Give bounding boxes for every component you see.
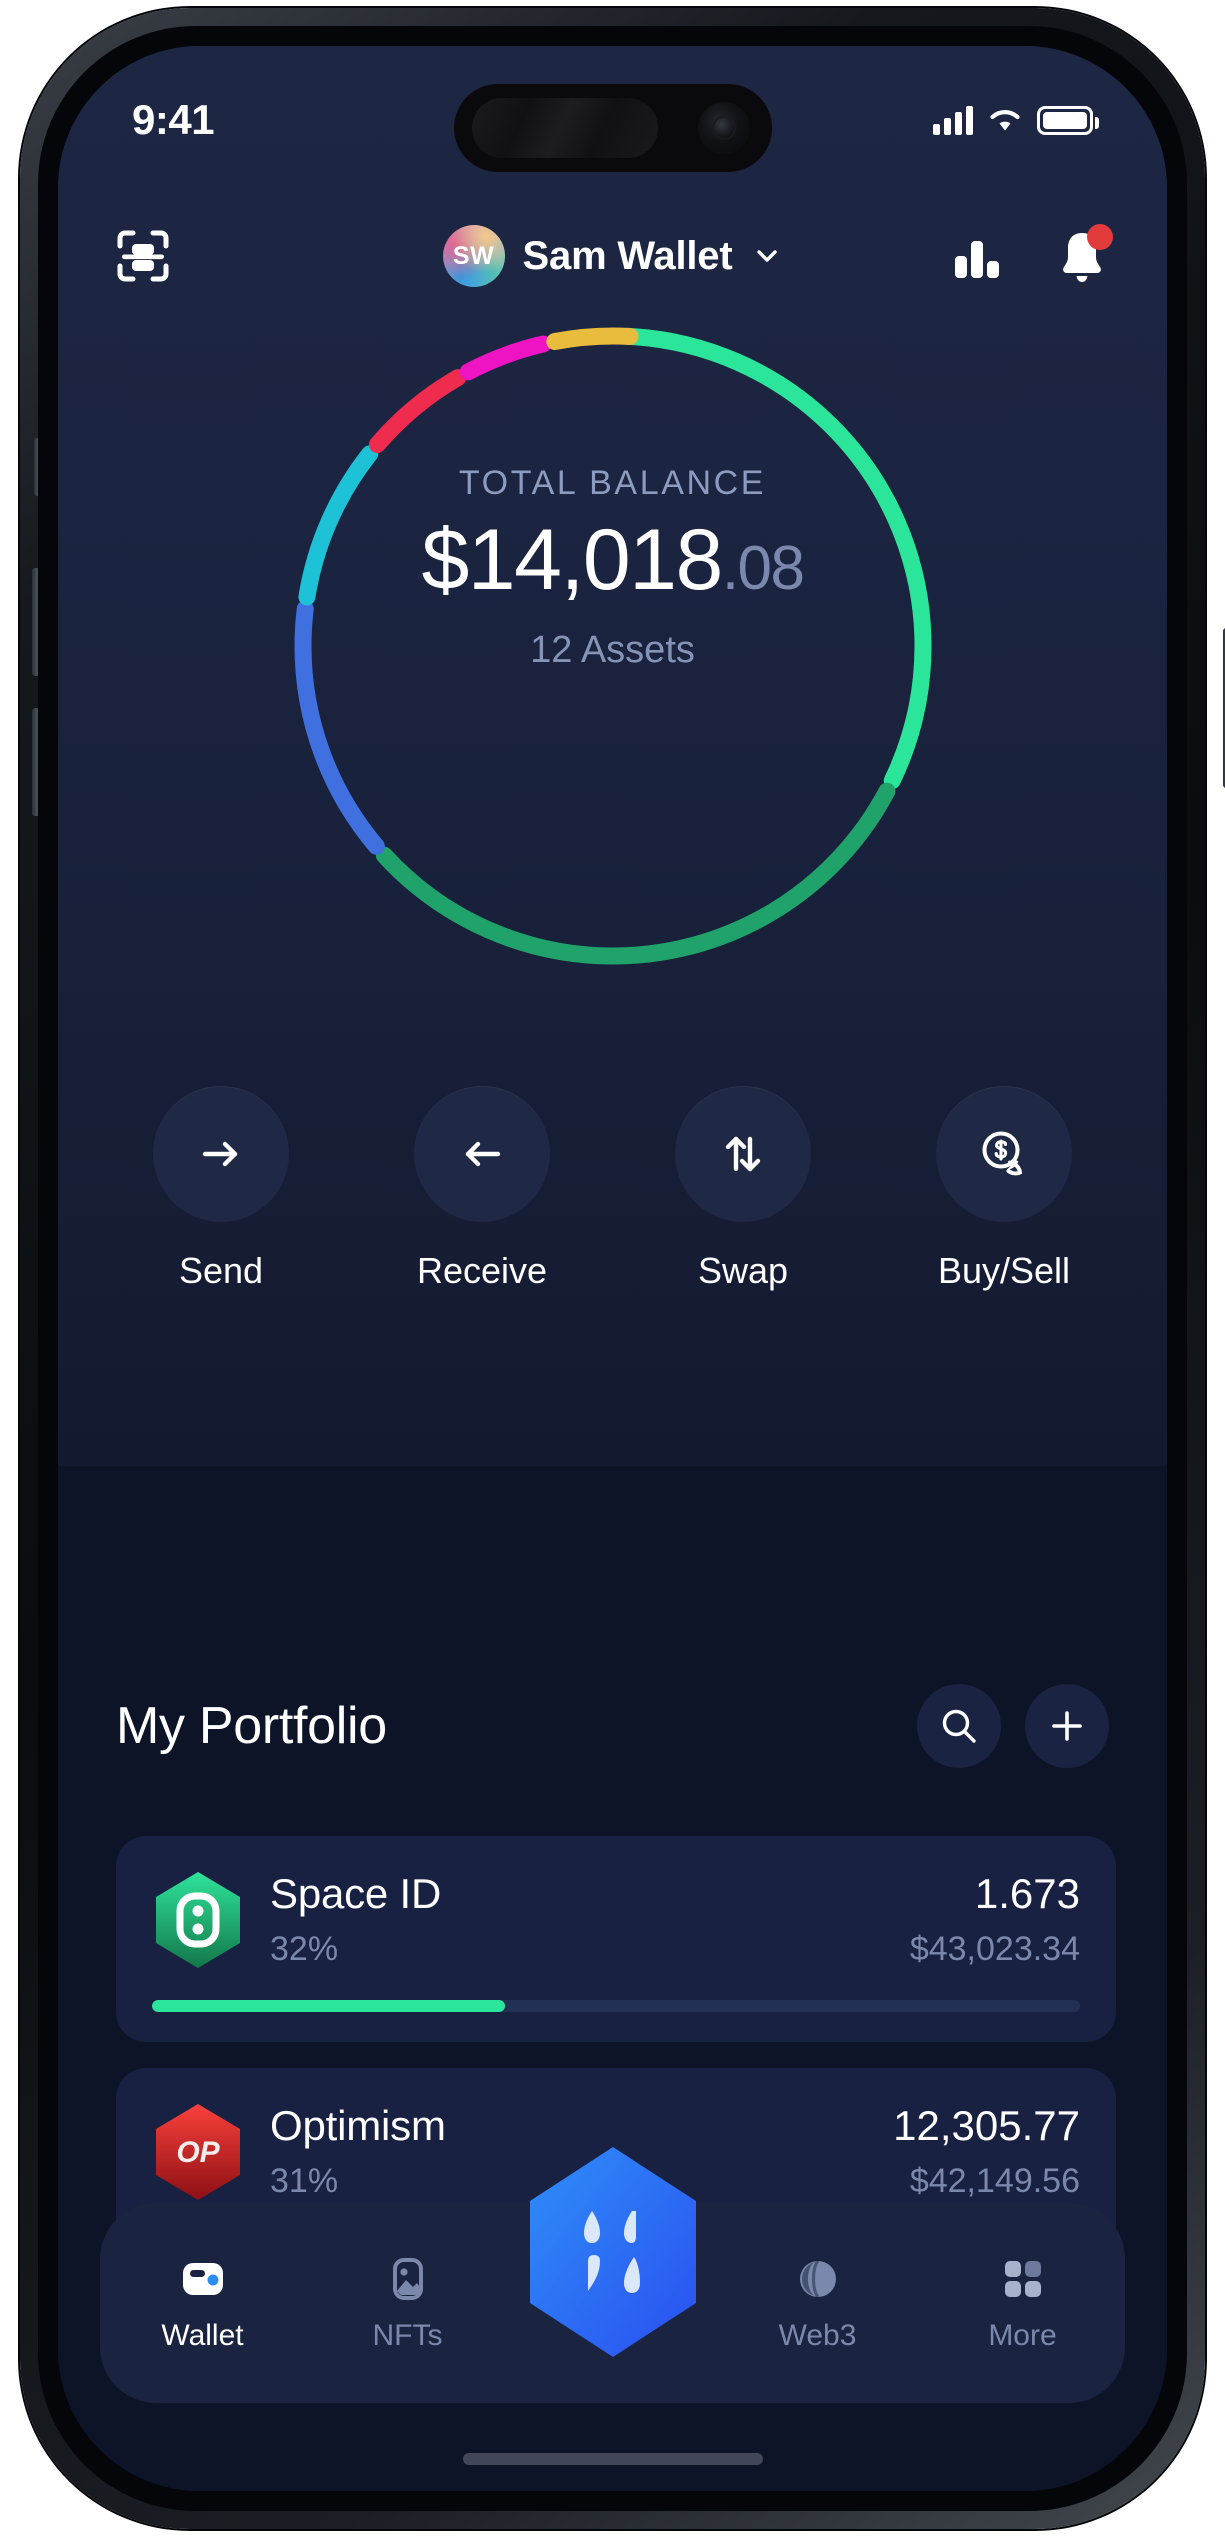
asset-values: 12,305.77 $42,149.56 [893, 2102, 1080, 2201]
tab-nfts[interactable]: NFTs [305, 2253, 510, 2353]
action-buy-sell[interactable]: Buy/Sell [929, 1086, 1079, 1292]
asset-quantity: 12,305.77 [893, 2102, 1080, 2149]
balance-block: TOTAL BALANCE $14,018.08 12 Assets [263, 464, 963, 672]
avatar-initials: SW [452, 241, 495, 270]
portfolio-header: My Portfolio [58, 1684, 1167, 1768]
send-button[interactable] [153, 1086, 289, 1222]
search-icon [942, 1709, 976, 1743]
asset-values: 1.673 $43,023.34 [910, 1870, 1080, 1969]
tab-label-web3: Web3 [778, 2319, 857, 2352]
avatar: SW [442, 225, 505, 287]
page-title: My Portfolio [116, 1697, 387, 1755]
space-id-token-icon [156, 1872, 240, 1968]
tab-label-more: More [988, 2319, 1057, 2352]
receive-label: Receive [416, 1250, 548, 1291]
island-pill [471, 98, 658, 158]
quick-actions: Send Receive Swap Buy/Sell [58, 1086, 1167, 1292]
swap-button[interactable] [675, 1086, 811, 1222]
app-header: SW Sam Wallet [58, 206, 1167, 306]
action-swap[interactable]: Swap [668, 1086, 818, 1292]
status-icons [933, 105, 1099, 135]
tab-wallet[interactable]: Wallet [100, 2253, 305, 2353]
dynamic-island [453, 84, 772, 172]
scan-qr-icon[interactable] [116, 229, 170, 283]
add-asset-button[interactable] [1025, 1684, 1109, 1768]
screenshot-root: 9:41 SW Sam Wallet TOTAL BALANCE $14,018… [0, 0, 1225, 2537]
notifications-button[interactable] [1055, 224, 1113, 284]
phone-screen: 9:41 SW Sam Wallet TOTAL BALANCE $14,018… [58, 46, 1167, 2491]
arrow-right-icon [202, 1141, 238, 1167]
optimism-token-icon: OP [156, 2104, 240, 2200]
bar-chart-icon[interactable] [951, 230, 1003, 282]
wallet-selector[interactable]: SW Sam Wallet [442, 225, 783, 287]
header-right [951, 224, 1113, 284]
tab-web3[interactable]: Web3 [715, 2253, 920, 2353]
tab-label-nfts: NFTs [372, 2319, 443, 2352]
asset-name: Optimism [270, 2102, 446, 2149]
chevron-down-icon [757, 250, 778, 262]
receive-button[interactable] [414, 1086, 550, 1222]
swap-vertical-arrows-icon [725, 1136, 761, 1172]
swap-label: Swap [697, 1250, 789, 1291]
table-row[interactable]: Space ID 32% 1.673 $43,023.34 [116, 1836, 1116, 2042]
battery-full-icon [1037, 105, 1099, 135]
action-send[interactable]: Send [146, 1086, 296, 1292]
portfolio-actions [917, 1684, 1109, 1768]
wallet-app: 9:41 SW Sam Wallet TOTAL BALANCE $14,018… [58, 46, 1167, 2491]
send-label: Send [178, 1250, 264, 1291]
buy-sell-button[interactable] [936, 1086, 1072, 1222]
asset-usd-value: $42,149.56 [909, 2162, 1080, 2200]
search-button[interactable] [917, 1684, 1001, 1768]
notification-badge [1087, 224, 1113, 250]
buy-sell-label: Buy/Sell [937, 1250, 1071, 1291]
asset-percent: 32% [270, 1930, 339, 1968]
asset-progress-fill [152, 2000, 505, 2012]
header-left [116, 229, 170, 283]
globe-icon [799, 2259, 836, 2299]
total-balance-label: TOTAL BALANCE [458, 464, 767, 502]
total-balance-amount: $14,018.08 [263, 517, 963, 603]
bottom-navigation: Wallet NFTs Web3 More [100, 2147, 1125, 2403]
home-indicator [462, 2453, 763, 2465]
dollar-coin-icon [982, 1131, 1023, 1176]
action-receive[interactable]: Receive [407, 1086, 557, 1292]
asset-usd-value: $43,023.34 [909, 1930, 1080, 1968]
tab-label-wallet: Wallet [161, 2319, 244, 2352]
plus-icon [1052, 1711, 1082, 1741]
allocation-ring-chart: TOTAL BALANCE $14,018.08 12 Assets [263, 296, 963, 996]
balance-cents: .08 [721, 534, 805, 603]
asset-row-top: Space ID 32% 1.673 $43,023.34 [152, 1870, 1080, 1970]
asset-quantity: 1.673 [974, 1870, 1080, 1917]
arrow-left-icon [465, 1141, 501, 1167]
asset-name: Space ID [270, 1870, 442, 1917]
grid-icon [1004, 2261, 1041, 2297]
wifi-icon [990, 110, 1020, 131]
balance-whole: $14,018 [421, 512, 723, 608]
tab-more[interactable]: More [920, 2253, 1125, 2353]
wallet-name: Sam Wallet [522, 233, 733, 278]
trust-wallet-hexagon-icon[interactable] [520, 2145, 706, 2359]
svg-text:OP: OP [176, 2136, 220, 2169]
front-camera-icon [697, 102, 750, 154]
assets-count: 12 Assets [530, 629, 695, 671]
wallet-icon [182, 2263, 223, 2295]
image-icon [392, 2258, 423, 2300]
asset-progress-bar [152, 2000, 1080, 2012]
cellular-signal-icon [933, 105, 973, 135]
status-time: 9:41 [132, 96, 215, 143]
asset-info: Space ID 32% [270, 1870, 910, 1969]
